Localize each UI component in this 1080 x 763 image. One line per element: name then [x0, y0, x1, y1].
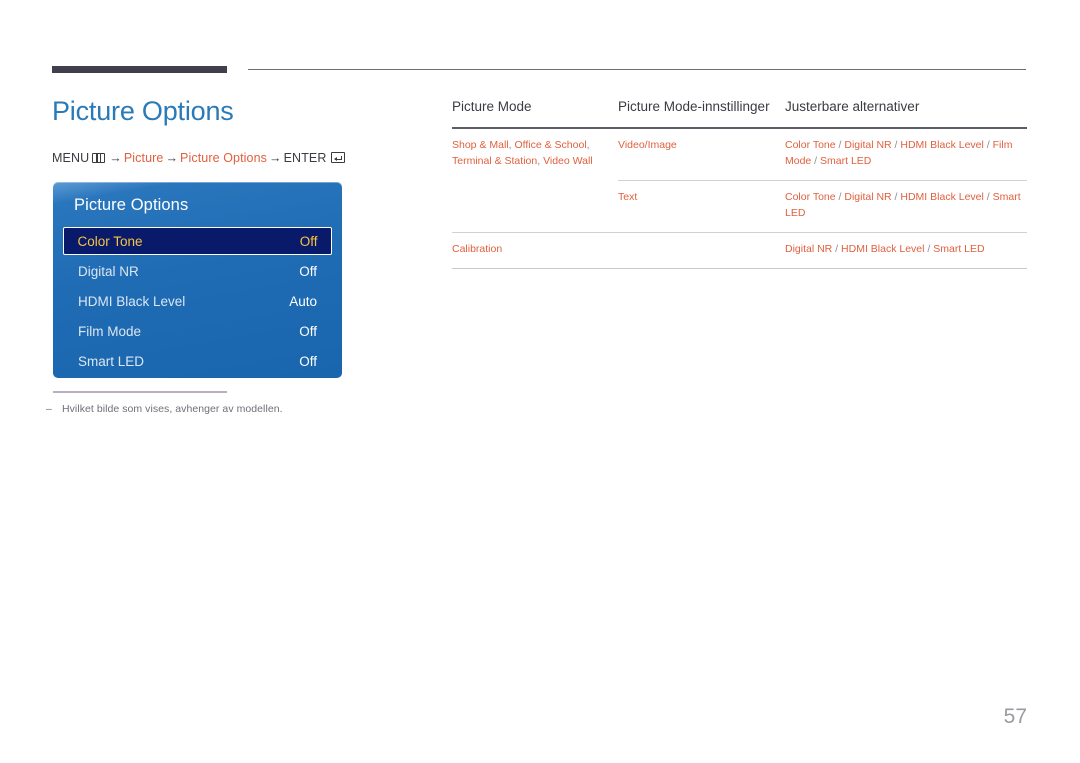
picture-mode-table: Picture Mode Picture Mode-innstillinger …: [452, 97, 1027, 270]
osd-item-value: Off: [299, 263, 317, 279]
footnote-divider: [53, 391, 227, 393]
cell-options: Color Tone / Digital NR / HDMI Black Lev…: [785, 191, 1021, 219]
osd-item-label: Film Mode: [78, 323, 142, 339]
osd-panel-title: Picture Options: [74, 196, 189, 214]
cell-picture-mode: Shop & Mall, Office & School, Terminal &…: [452, 139, 593, 167]
menu-path-breadcrumb: MENU → Picture → Picture Options → ENTER: [52, 151, 345, 165]
table-row: Text Color Tone / Digital NR / HDMI Blac…: [452, 181, 1027, 232]
path-arrow-2: →: [165, 151, 179, 165]
cell-options: Digital NR / HDMI Black Level / Smart LE…: [785, 243, 985, 256]
osd-item-value: Auto: [289, 293, 317, 309]
divider-gap: [452, 180, 618, 182]
table-header-row: Picture Mode Picture Mode-innstillinger …: [452, 97, 1027, 127]
enter-key-icon: [330, 152, 345, 163]
osd-item-hdmi-black-level[interactable]: HDMI Black Level Auto: [63, 286, 332, 316]
menu-label: MENU: [52, 151, 90, 165]
table-row-divider-indented: [452, 179, 1027, 182]
osd-item-label: HDMI Black Level: [78, 293, 186, 309]
path-step-picture[interactable]: Picture: [124, 151, 164, 165]
page-title: Picture Options: [52, 96, 234, 126]
footnote-dash: –: [46, 403, 52, 415]
osd-item-label: Digital NR: [78, 263, 139, 279]
osd-item-value: Off: [299, 323, 317, 339]
table-header-picture-mode: Picture Mode: [452, 99, 532, 114]
cell-settings: [618, 242, 785, 258]
osd-menu-list: Color Tone Off Digital NR Off HDMI Black…: [63, 226, 332, 376]
osd-item-value: Off: [299, 233, 318, 249]
table-header-adjustable-options: Justerbare alternativer: [785, 99, 920, 114]
table-bottom-rule: [452, 267, 1027, 270]
osd-item-label: Smart LED: [78, 353, 145, 369]
header-accent-bar: [52, 66, 227, 73]
enter-label: ENTER: [283, 151, 327, 165]
cell-settings: Video/Image: [618, 139, 677, 152]
osd-panel: Picture Options Color Tone Off Digital N…: [53, 182, 342, 378]
menu-keypad-icon: [92, 153, 106, 163]
osd-item-value: Off: [299, 353, 317, 369]
path-step-picture-options[interactable]: Picture Options: [180, 151, 267, 165]
table-row: Shop & Mall, Office & School, Terminal &…: [452, 129, 1027, 180]
osd-item-label: Color Tone: [77, 233, 143, 249]
osd-item-film-mode[interactable]: Film Mode Off: [63, 316, 332, 346]
osd-item-smart-led[interactable]: Smart LED Off: [63, 346, 332, 376]
cell-settings: Text: [618, 191, 638, 204]
divider-line: [618, 179, 1027, 182]
cell-options: Color Tone / Digital NR / HDMI Black Lev…: [785, 139, 1013, 167]
page-number: 57: [1003, 705, 1027, 728]
cell-picture-mode: [452, 190, 618, 222]
path-arrow-1: →: [109, 151, 122, 165]
osd-item-color-tone[interactable]: Color Tone Off: [63, 227, 332, 255]
path-arrow-3: →: [269, 151, 282, 165]
header-divider-line: [248, 69, 1026, 70]
table-header-picture-mode-settings: Picture Mode-innstillinger: [618, 99, 770, 114]
cell-picture-mode: Calibration: [452, 243, 503, 256]
table-row: Calibration Digital NR / HDMI Black Leve…: [452, 233, 1027, 268]
osd-item-digital-nr[interactable]: Digital NR Off: [63, 256, 332, 286]
footnote: – Hvilket bilde som vises, avhenger av mo…: [46, 403, 283, 415]
footnote-text: Hvilket bilde som vises, avhenger av mod…: [62, 403, 283, 415]
